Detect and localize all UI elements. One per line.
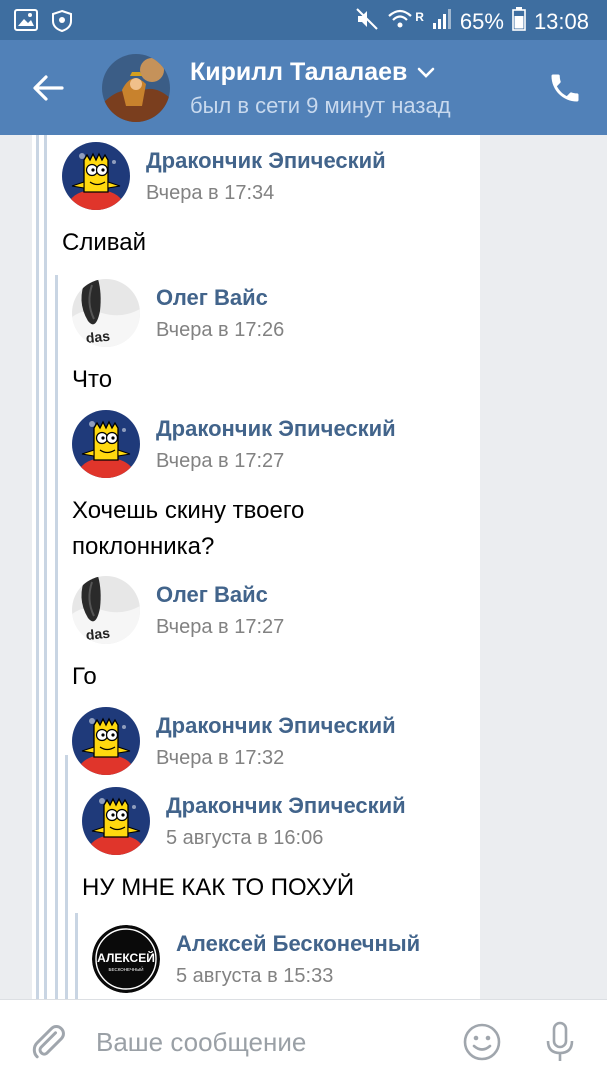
phone-icon <box>551 74 579 102</box>
chat-header: Кирилл Талалаев был в сети 9 минут назад <box>0 40 607 135</box>
message-text: Что <box>72 366 113 393</box>
contact-name: Кирилл Талалаев <box>190 58 408 86</box>
gallery-icon <box>14 9 38 38</box>
forwarded-message-card: Дракончик Эпический Вчера в 17:34 Сливай… <box>32 135 480 999</box>
roaming-indicator: R <box>415 10 424 24</box>
call-button[interactable] <box>547 70 583 106</box>
thread-line <box>36 135 39 999</box>
avatar-text: АЛЕКСЕЙ <box>97 950 155 965</box>
contact-status: был в сети 9 минут назад <box>190 93 451 118</box>
bart-avatar[interactable] <box>72 410 140 478</box>
message-time: Вчера в 17:26 <box>156 319 285 341</box>
bart-avatar[interactable] <box>82 787 150 855</box>
message-author[interactable]: Дракончик Эпический <box>156 416 396 442</box>
message-text: Го <box>72 663 97 690</box>
message-author[interactable]: Алексей Бесконечный <box>176 931 420 957</box>
battery-percent: 65% <box>459 9 504 34</box>
mic-icon <box>546 1021 574 1061</box>
message-author[interactable]: Олег Вайс <box>156 285 268 311</box>
thread-line <box>44 135 47 999</box>
chevron-down-icon <box>418 67 435 78</box>
message-time: Вчера в 17:27 <box>156 616 285 638</box>
back-button[interactable] <box>28 68 68 108</box>
message-author[interactable]: Дракончик Эпический <box>146 148 386 174</box>
clock: 13:08 <box>533 9 589 34</box>
message-author[interactable]: Дракончик Эпический <box>166 793 406 819</box>
wifi-icon <box>387 7 413 37</box>
back-arrow-icon <box>33 75 64 101</box>
message-text: Хочешь скину твоего поклонника? <box>72 497 305 560</box>
attach-icon <box>32 1025 65 1059</box>
shield-icon <box>50 9 74 38</box>
thread-line <box>65 755 68 999</box>
battery-icon <box>512 7 526 37</box>
aleksey-avatar[interactable]: АЛЕКСЕЙ БЕСКОНЕЧНЫЙ <box>92 925 160 993</box>
message-list[interactable]: Дракончик Эпический Вчера в 17:34 Сливай… <box>0 135 607 999</box>
message-author[interactable]: Дракончик Эпический <box>156 713 396 739</box>
message-time: Вчера в 17:34 <box>146 182 275 204</box>
message-time: 5 августа в 15:33 <box>176 965 334 987</box>
contact-name-button[interactable]: Кирилл Талалаев <box>190 58 435 87</box>
thread-line <box>55 275 58 999</box>
oleg-avatar[interactable] <box>72 279 140 347</box>
message-text: Сливай <box>62 229 146 256</box>
emoji-button[interactable] <box>462 1022 502 1062</box>
attach-button[interactable] <box>28 1022 68 1062</box>
message-time: 5 августа в 16:06 <box>166 827 324 849</box>
bart-avatar[interactable] <box>62 142 130 210</box>
emoji-icon <box>463 1023 501 1061</box>
message-time: Вчера в 17:27 <box>156 450 285 472</box>
status-bar: R 65% 13:08 <box>0 0 607 40</box>
message-input[interactable] <box>96 1022 436 1062</box>
thread-line <box>75 913 78 999</box>
avatar-subtext: БЕСКОНЕЧНЫЙ <box>109 965 144 972</box>
message-input-bar <box>0 999 607 1080</box>
message-time: Вчера в 17:32 <box>156 747 285 769</box>
message-text: НУ МНЕ КАК ТО ПОХУЙ <box>82 874 355 901</box>
signal-icon <box>432 8 452 36</box>
mute-icon <box>355 7 379 37</box>
contact-avatar[interactable] <box>102 54 170 122</box>
oleg-avatar[interactable] <box>72 576 140 644</box>
bart-avatar[interactable] <box>72 707 140 775</box>
voice-button[interactable] <box>540 1020 580 1064</box>
message-author[interactable]: Олег Вайс <box>156 582 268 608</box>
